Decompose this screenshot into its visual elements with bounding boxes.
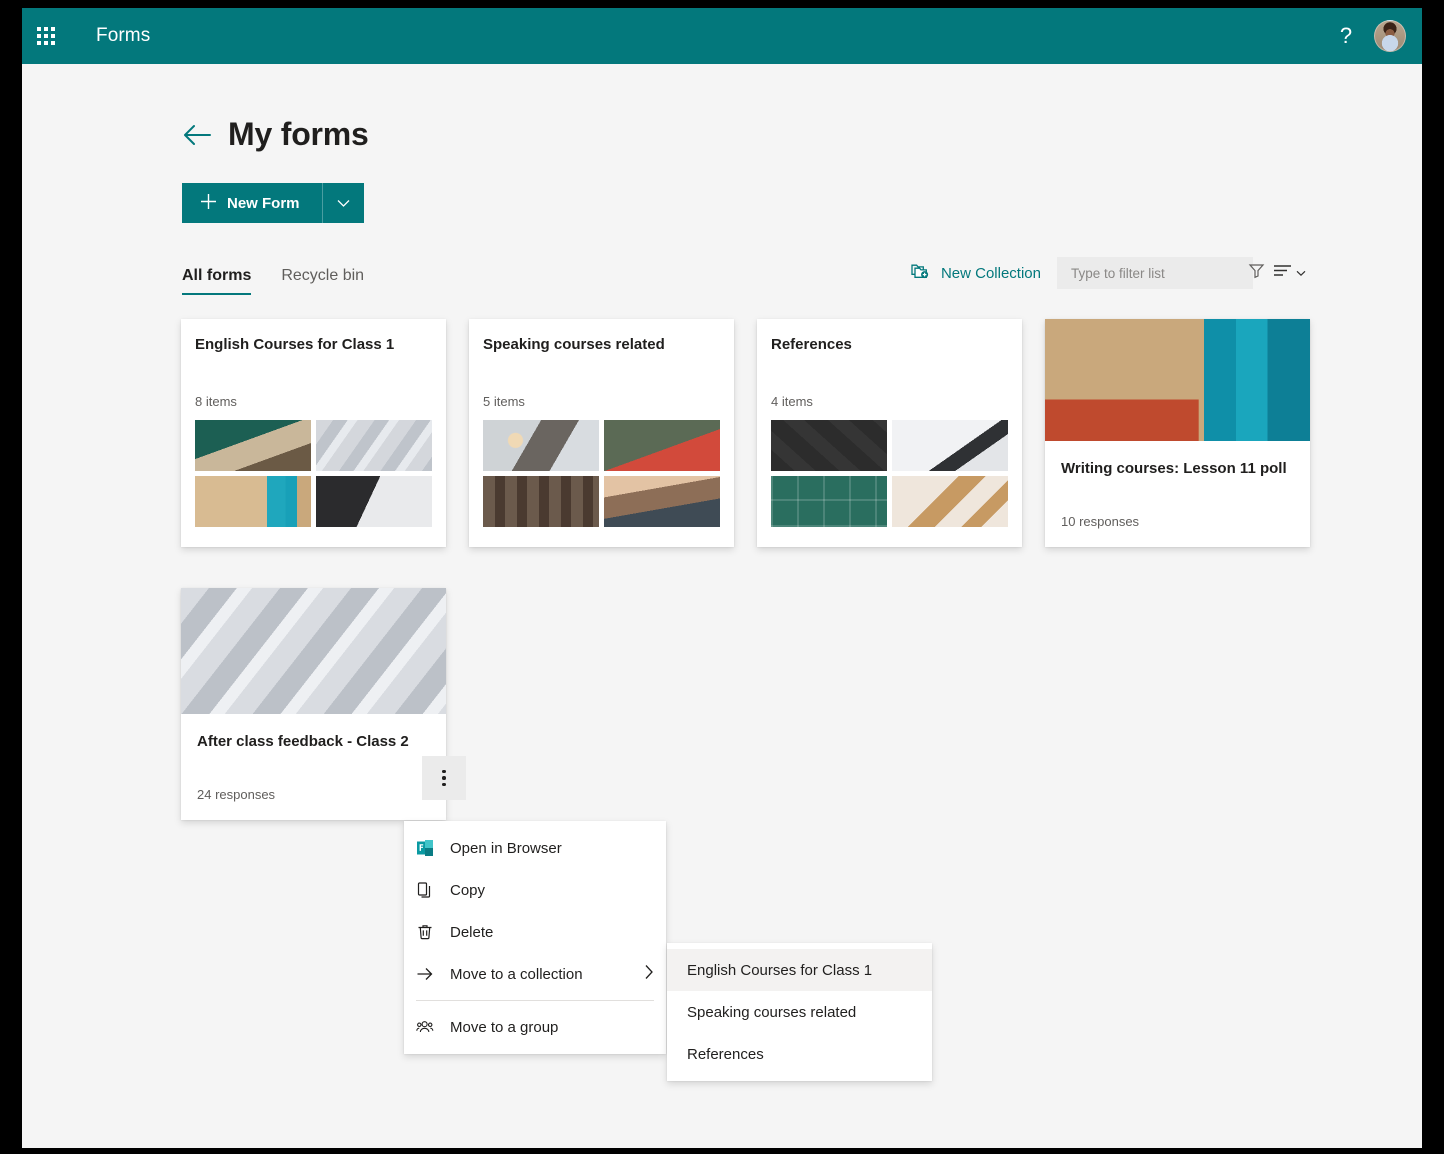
form-card[interactable]: After class feedback - Class 2 24 respon… xyxy=(181,588,446,820)
new-form-label: New Form xyxy=(227,195,300,212)
new-form-split-button: New Form xyxy=(182,183,364,223)
thumbnail xyxy=(771,420,887,471)
list-lines-icon xyxy=(1273,264,1292,282)
forms-grid: English Courses for Class 1 8 items Spea… xyxy=(22,295,1312,820)
thumbnail xyxy=(483,420,599,471)
submenu-item-english-courses-for-class-1[interactable]: English Courses for Class 1 xyxy=(667,949,932,991)
avatar[interactable] xyxy=(1374,20,1406,52)
app-launcher-icon[interactable] xyxy=(22,8,70,64)
filter-input[interactable] xyxy=(1071,266,1248,281)
submenu-item-label: English Courses for Class 1 xyxy=(687,962,872,979)
new-form-button[interactable]: New Form xyxy=(182,183,322,223)
sort-options-button[interactable] xyxy=(1269,260,1310,286)
thumbnail xyxy=(771,476,887,527)
filter-box[interactable] xyxy=(1057,257,1253,289)
form-card[interactable]: Writing courses: Lesson 11 poll 10 respo… xyxy=(1045,319,1310,547)
thumbnail xyxy=(195,476,311,527)
plus-icon xyxy=(200,193,217,214)
thumbnail xyxy=(316,420,432,471)
thumbnail xyxy=(892,420,1008,471)
tab-recycle-bin[interactable]: Recycle bin xyxy=(281,267,364,295)
chevron-down-icon xyxy=(1296,264,1306,282)
submenu-item-speaking-courses-related[interactable]: Speaking courses related xyxy=(667,991,932,1033)
new-collection-icon xyxy=(910,262,931,285)
move-to-collection-submenu: English Courses for Class 1 Speaking cou… xyxy=(667,943,932,1081)
submenu-item-label: References xyxy=(687,1046,764,1063)
arrow-right-icon xyxy=(416,965,450,983)
menu-item-delete[interactable]: Delete xyxy=(404,911,666,953)
back-arrow-icon[interactable] xyxy=(182,120,212,150)
submenu-item-references[interactable]: References xyxy=(667,1033,932,1075)
app-brand-label[interactable]: Forms xyxy=(96,25,150,47)
filter-funnel-icon[interactable] xyxy=(1248,262,1265,284)
menu-item-copy[interactable]: Copy xyxy=(404,869,666,911)
tab-list: All forms Recycle bin xyxy=(182,267,364,295)
collection-item-count: 4 items xyxy=(771,394,1008,409)
people-icon xyxy=(416,1018,450,1036)
collection-card[interactable]: Speaking courses related 5 items xyxy=(469,319,734,547)
collection-thumbnails xyxy=(483,420,720,527)
collection-card[interactable]: English Courses for Class 1 8 items xyxy=(181,319,446,547)
menu-item-move-to-group[interactable]: Move to a group xyxy=(404,1006,666,1048)
menu-divider xyxy=(416,1000,654,1001)
collection-item-count: 8 items xyxy=(195,394,432,409)
menu-item-label: Open in Browser xyxy=(450,840,654,857)
chevron-right-icon xyxy=(644,964,654,984)
form-title: After class feedback - Class 2 xyxy=(197,732,430,752)
collection-title: References xyxy=(771,335,1008,355)
thumbnail xyxy=(316,476,432,527)
form-title: Writing courses: Lesson 11 poll xyxy=(1061,459,1294,479)
forms-app-icon xyxy=(416,839,450,857)
collection-item-count: 5 items xyxy=(483,394,720,409)
collection-thumbnails xyxy=(195,420,432,527)
toolbar-actions: New Collection xyxy=(910,257,1310,295)
menu-item-label: Copy xyxy=(450,882,654,899)
page-header: My forms xyxy=(22,64,1422,153)
form-response-count: 10 responses xyxy=(1061,514,1139,529)
collection-title: English Courses for Class 1 xyxy=(195,335,432,355)
form-card-body: After class feedback - Class 2 24 respon… xyxy=(181,714,446,820)
page-title: My forms xyxy=(228,116,369,153)
help-icon[interactable]: ? xyxy=(1324,8,1368,64)
menu-item-label: Move to a collection xyxy=(450,966,644,983)
list-toolbar: All forms Recycle bin New Collection xyxy=(22,223,1422,295)
thumbnail xyxy=(483,476,599,527)
more-vertical-icon xyxy=(442,770,446,787)
form-card-body: Writing courses: Lesson 11 poll 10 respo… xyxy=(1045,441,1310,547)
thumbnail xyxy=(195,420,311,471)
suite-header: Forms ? xyxy=(22,8,1422,64)
thumbnail xyxy=(604,476,720,527)
copy-icon xyxy=(416,881,450,899)
form-response-count: 24 responses xyxy=(197,787,275,802)
menu-item-label: Delete xyxy=(450,924,654,941)
new-collection-button[interactable]: New Collection xyxy=(910,262,1041,285)
form-thumbnail xyxy=(1045,319,1310,441)
chevron-down-icon xyxy=(337,196,350,211)
thumbnail xyxy=(892,476,1008,527)
new-collection-label: New Collection xyxy=(941,265,1041,282)
collection-card[interactable]: References 4 items xyxy=(757,319,1022,547)
menu-item-move-to-collection[interactable]: Move to a collection xyxy=(404,953,666,995)
thumbnail xyxy=(604,420,720,471)
new-form-dropdown-button[interactable] xyxy=(322,183,364,223)
trash-icon xyxy=(416,923,450,941)
submenu-item-label: Speaking courses related xyxy=(687,1004,856,1021)
app-window: Forms ? My forms New Form xyxy=(22,8,1422,1148)
tab-all-forms[interactable]: All forms xyxy=(182,267,251,295)
page-content: My forms New Form All forms xyxy=(22,64,1422,1148)
collection-thumbnails xyxy=(771,420,1008,527)
form-more-options-button[interactable] xyxy=(422,756,466,800)
collection-title: Speaking courses related xyxy=(483,335,720,355)
new-form-row: New Form xyxy=(22,153,1422,223)
context-menu: Open in Browser Copy D xyxy=(404,821,666,1054)
menu-item-label: Move to a group xyxy=(450,1019,654,1036)
suite-header-actions: ? xyxy=(1324,8,1422,64)
form-thumbnail xyxy=(181,588,446,714)
menu-item-open-in-browser[interactable]: Open in Browser xyxy=(404,827,666,869)
